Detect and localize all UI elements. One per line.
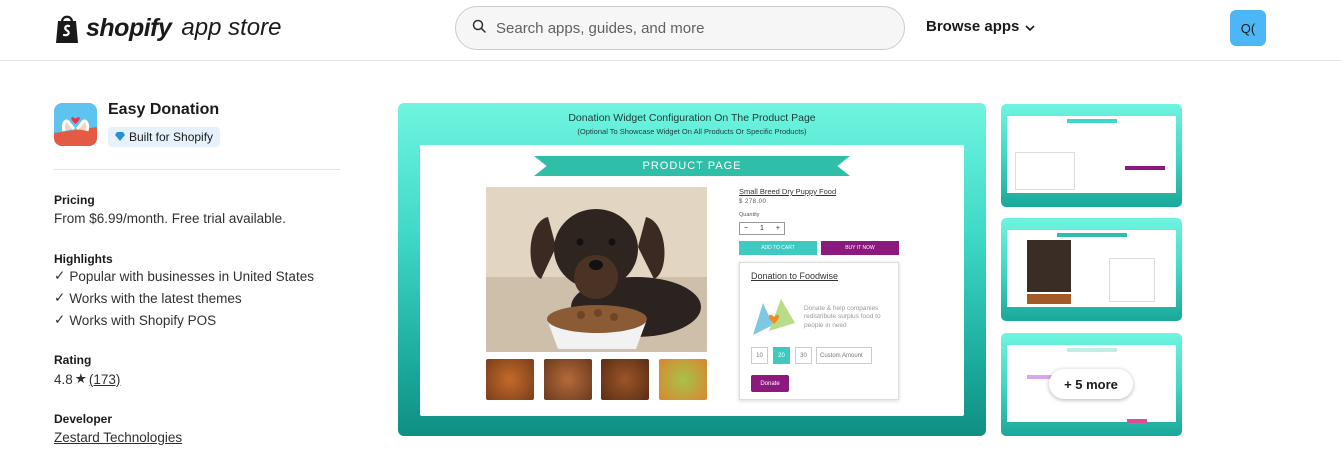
thumbnail-content (1007, 116, 1176, 193)
donation-widget: Donation to Foodwise Donate & help compa… (739, 262, 899, 400)
screenshot-thumbnail-cart[interactable] (1001, 104, 1182, 207)
logo-app-store: app store (181, 14, 282, 41)
checkmark-icon: ✓ (54, 290, 66, 305)
product-page-ribbon: PRODUCT PAGE (534, 156, 850, 176)
product-price: $ 278.00 (739, 199, 767, 205)
amount-option: 30 (795, 347, 812, 364)
star-icon: ★ (74, 371, 87, 386)
highlight-text: Works with Shopify POS (69, 312, 217, 328)
browse-apps-label: Browse apps (926, 18, 1020, 35)
donation-logo (751, 295, 797, 344)
food-thumbnail (601, 359, 649, 400)
main-screenshot[interactable]: Donation Widget Configuration On The Pro… (398, 103, 986, 436)
search-icon (472, 19, 486, 38)
highlight-item: ✓ Works with Shopify POS (54, 312, 216, 328)
shopify-bag-icon (54, 12, 80, 44)
screenshot-subtitle: (Optional To Showcase Widget On All Prod… (577, 127, 807, 136)
qty-minus: − (744, 225, 749, 232)
developer-link[interactable]: Zestard Technologies (54, 430, 182, 445)
custom-amount-field: Custom Amount (816, 347, 872, 364)
thumbnail-content (1007, 230, 1176, 307)
qty-value: 1 (760, 225, 764, 232)
chevron-down-icon (1025, 18, 1035, 35)
highlight-item: ✓ Popular with businesses in United Stat… (54, 268, 314, 284)
sidebar-divider (54, 169, 340, 170)
top-header: shopify app store Browse apps Q( (0, 0, 1341, 61)
donation-title: Donation to Foodwise (751, 271, 839, 281)
screenshot-thumbnail-product[interactable] (1001, 218, 1182, 321)
buy-now-button: BUY IT NOW (821, 241, 899, 255)
highlight-text: Popular with businesses in United States (69, 268, 314, 284)
search-bar[interactable] (455, 6, 905, 50)
product-title: Small Breed Dry Puppy Food (739, 187, 837, 196)
logo-wordmark: shopify (86, 13, 172, 42)
checkmark-icon: ✓ (54, 268, 66, 283)
quantity-stepper: − 1 + (739, 222, 785, 235)
developer-heading: Developer (54, 412, 113, 426)
amount-option: 10 (751, 347, 768, 364)
rating-summary: 4.8 ★ (173) (54, 371, 120, 387)
app-name: Easy Donation (108, 101, 220, 118)
donation-description: Donate & help companies redistribute sur… (804, 305, 881, 329)
food-thumbnail (659, 359, 707, 400)
food-thumbnail (544, 359, 592, 400)
screenshot-title: Donation Widget Configuration On The Pro… (568, 112, 816, 124)
diamond-icon (115, 130, 125, 144)
rating-value: 4.8 (54, 371, 73, 387)
add-to-cart-button: ADD TO CART (739, 241, 817, 255)
shopify-app-store-logo[interactable]: shopify app store (54, 12, 281, 44)
quantity-label: Quantity (739, 212, 760, 218)
product-page-preview: PRODUCT PAGE Small Breed Dry Puppy Food … (420, 145, 964, 416)
qty-plus: + (775, 225, 780, 232)
donate-button: Donate (751, 375, 789, 392)
amount-option-selected: 20 (773, 347, 790, 364)
search-input[interactable] (496, 19, 876, 37)
user-avatar[interactable]: Q( (1230, 10, 1266, 46)
browse-apps-menu[interactable]: Browse apps (926, 18, 1035, 35)
highlights-heading: Highlights (54, 252, 113, 266)
built-for-shopify-badge: Built for Shopify (108, 127, 221, 147)
food-thumbnail (486, 359, 534, 400)
highlight-item: ✓ Works with the latest themes (54, 290, 242, 306)
rating-heading: Rating (54, 353, 92, 367)
pricing-text: From $6.99/month. Free trial available. (54, 211, 286, 226)
app-icon (54, 103, 97, 146)
highlight-text: Works with the latest themes (69, 290, 242, 306)
more-screenshots-button[interactable]: + 5 more (1049, 369, 1133, 399)
pricing-heading: Pricing (54, 193, 95, 207)
dog-product-image (486, 187, 707, 352)
checkmark-icon: ✓ (54, 312, 66, 327)
badge-label: Built for Shopify (129, 130, 214, 144)
rating-count-link[interactable]: (173) (89, 372, 121, 387)
